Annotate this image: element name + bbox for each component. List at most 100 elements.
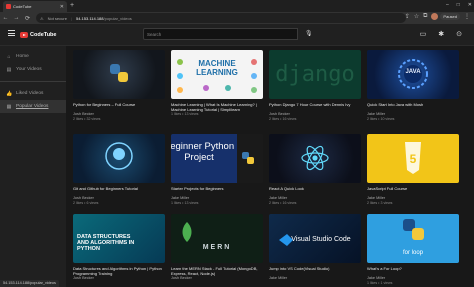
forward-icon[interactable]: → [11,15,22,21]
thumbs-up-icon: 👍 [6,90,13,97]
home-icon: ⌂ [7,53,11,60]
accessibility-icon[interactable]: ✱ [438,30,444,38]
search-input[interactable]: Search [143,28,298,40]
sidebar-item-label: Liked Videos [16,91,44,96]
video-thumbnail[interactable] [73,134,165,183]
video-thumbnail[interactable] [73,50,165,99]
status-bar-url: 54.153.114.188/popular_videos [0,280,59,287]
video-thumbnail[interactable]: Beginner Python Project [171,134,263,183]
video-author[interactable]: Josh Becker [73,276,165,281]
video-stats: 1 likes • 1 views [367,281,393,285]
video-thumbnail[interactable]: MACHINE LEARNING [171,50,263,99]
react-logo-icon [301,145,329,171]
maximize-button[interactable]: □ [457,0,460,11]
sidebar-item-popular-videos[interactable]: ▦ Popular Videos [0,100,66,113]
not-secure-label: Not secure [47,15,67,21]
tab-close-icon[interactable]: ✕ [60,4,64,10]
thumbnail-text: Visual Studio Code [291,236,351,243]
video-title[interactable]: Quick Start Into Java with Mosh [367,102,459,112]
video-title[interactable]: React A Quick Look [269,186,361,196]
video-title[interactable]: Data Structures and Algorithms in Python… [73,266,165,276]
video-title[interactable]: Git and Github for Beginners Tutorial [73,186,165,196]
video-card[interactable]: 5 JavaScript Full Course Jake Miller 2 l… [367,134,459,206]
video-thumbnail[interactable]: for loop [367,214,459,263]
bookmark-star-icon[interactable]: ☆ [414,13,419,20]
logo[interactable]: CodeTube [20,32,56,38]
video-title[interactable]: JavaScript Full Course [367,186,459,196]
video-card[interactable]: django Python Django 7 Hour Course with … [269,50,361,122]
video-title[interactable]: Python for Beginners – Full Course [73,102,165,112]
video-thumbnail[interactable]: 5 [367,134,459,183]
share-icon[interactable]: ⇪ [405,13,410,20]
video-card[interactable]: JAVA Quick Start Into Java with Mosh Jak… [367,50,459,122]
url-path: /popular_videos [103,15,132,21]
profile-label: Paused [440,13,460,20]
video-thumbnail[interactable]: DATA STRUCTURES AND ALGORITHMS IN PYTHON [73,214,165,263]
video-grid: Python for Beginners – Full Course Josh … [73,50,473,287]
profile-button[interactable]: Paused [431,13,460,20]
url-host: 54.153.114.188 [75,15,104,21]
menu-icon[interactable] [8,30,15,38]
video-card[interactable]: Git and Github for Beginners Tutorial Jo… [73,134,165,206]
video-author[interactable]: Josh Becker [171,276,263,281]
video-title[interactable]: Learn the MERN Stack - Full Tutorial (Mo… [171,266,263,276]
browser-tab[interactable]: CodeTube ✕ [3,1,67,12]
toolbar-right: ⇪ ☆ ⧉ Paused ⋮ [405,13,470,20]
close-window-button[interactable]: ✕ [468,0,472,11]
minimize-button[interactable]: – [446,0,449,11]
video-title[interactable]: Python Django 7 Hour Course with Dennis … [269,102,361,112]
warning-icon: ⚠ [40,15,44,21]
video-card[interactable]: React A Quick Look Jake Miller 2 likes •… [269,134,361,206]
video-card[interactable]: Beginner Python Project Starter Projects… [171,134,263,206]
sidebar-divider [0,81,66,82]
video-stats: 2 likes • 3 views [367,201,393,205]
svg-text:5: 5 [410,152,417,166]
video-stats: 2 likes • 16 views [269,117,297,121]
upload-video-icon[interactable]: ▭ [420,30,427,38]
video-title[interactable]: What's a For Loop? [367,266,459,276]
video-library-icon: ▤ [6,66,12,73]
back-icon[interactable]: ← [0,15,11,21]
sidebar-item-label: Popular Videos [16,104,49,109]
video-thumbnail[interactable]: JAVA [367,50,459,99]
more-menu-icon[interactable]: ⋮ [464,13,470,20]
sidebar-item-label: Your Videos [16,67,42,72]
thumbnail-text: django [275,62,355,87]
video-stats: 2 likes • 16 views [269,201,297,205]
video-title[interactable]: Machine Learning | What Is Machine Learn… [171,102,263,112]
video-stats: 2 likes • 32 views [73,117,101,121]
sidebar: ⌂ Home ▤ Your Videos 👍 Liked Videos ▦ Po… [0,46,66,287]
video-card[interactable]: MERN Learn the MERN Stack - Full Tutoria… [171,214,263,281]
video-title[interactable]: Jump into VS Code(Visual Studio) [269,266,361,276]
sidebar-item-your-videos[interactable]: ▤ Your Videos [0,63,66,76]
reload-icon[interactable]: ⟳ [22,15,33,22]
extensions-icon[interactable]: ⧉ [423,13,427,20]
mongodb-leaf-icon [182,222,192,242]
video-thumbnail[interactable]: Visual Studio Code [269,214,361,263]
new-tab-button[interactable]: + [70,1,74,10]
avatar [431,13,439,20]
video-thumbnail[interactable]: MERN [171,214,263,263]
video-card[interactable]: DATA STRUCTURES AND ALGORITHMS IN PYTHON… [73,214,165,281]
microphone-icon[interactable]: 🎙 [305,30,313,37]
video-card[interactable]: Python for Beginners – Full Course Josh … [73,50,165,122]
app-header: CodeTube Search 🎙 ▭ ✱ ⊙ [0,24,474,46]
browser-tab-bar: CodeTube ✕ + – □ ✕ [0,0,474,12]
video-stats: 1 likes • 13 views [171,201,199,205]
video-author[interactable]: Jake Miller [269,276,361,281]
account-icon[interactable]: ⊙ [456,30,462,38]
github-logo-icon [105,142,133,170]
video-title[interactable]: Starter Projects for Beginners [171,186,263,196]
video-card[interactable]: for loop What's a For Loop? Jake Miller … [367,214,459,286]
url-separator: | [70,15,72,21]
tab-title: CodeTube [13,4,32,9]
video-thumbnail[interactable]: django [269,50,361,99]
video-card[interactable]: Visual Studio Code Jump into VS Code(Vis… [269,214,361,281]
video-thumbnail[interactable] [269,134,361,183]
favicon-icon [6,4,11,9]
address-bar[interactable]: ⚠ Not secure | 54.153.114.188/popular_vi… [36,13,406,23]
video-card[interactable]: MACHINE LEARNING Machine Learning | What… [171,50,263,117]
ml-diagram-icon [177,59,257,93]
sidebar-item-home[interactable]: ⌂ Home [0,50,66,63]
sidebar-item-liked-videos[interactable]: 👍 Liked Videos [0,87,66,100]
